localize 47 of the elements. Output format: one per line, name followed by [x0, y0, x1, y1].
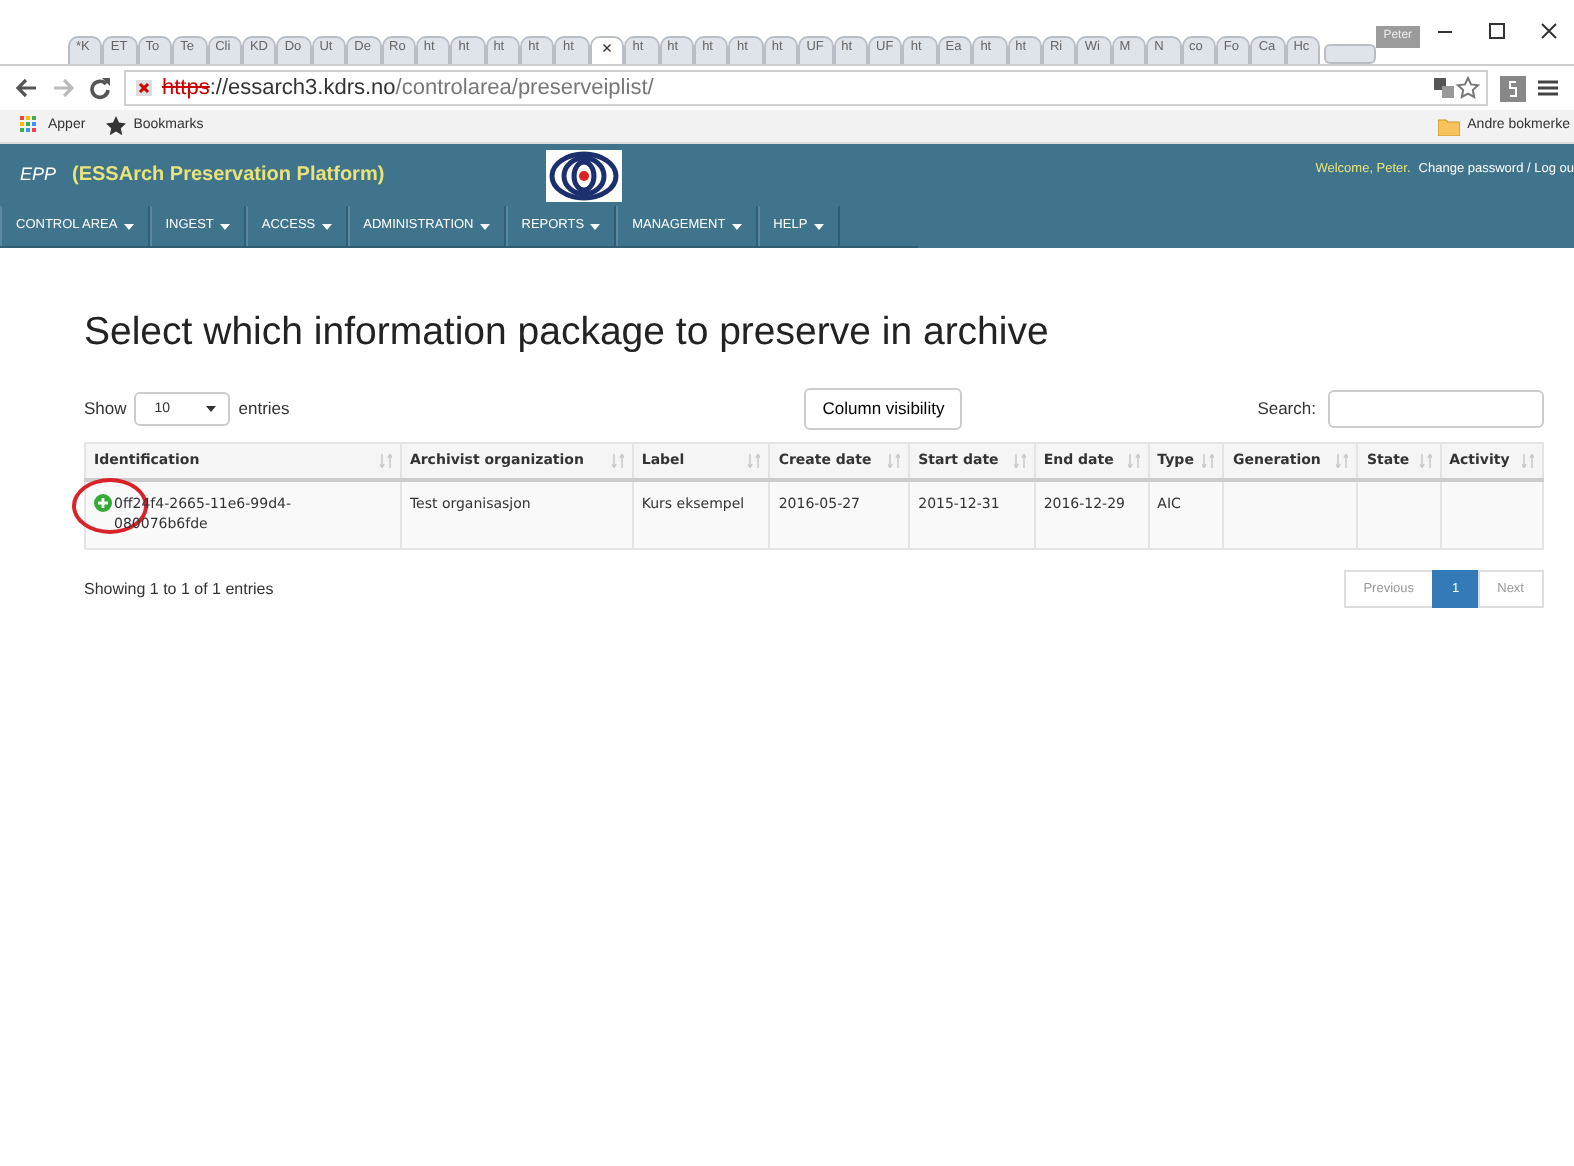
extension-icon[interactable] [1500, 75, 1526, 101]
caret-icon [590, 223, 601, 229]
forward-icon [52, 76, 76, 101]
insecure-icon [134, 78, 154, 98]
sort-icon [1419, 454, 1432, 469]
sort-icon [611, 454, 624, 469]
sort-icon [1336, 454, 1349, 469]
show-label: Show [84, 396, 127, 423]
browser-tab[interactable]: × [589, 36, 625, 64]
sort-icon [748, 454, 761, 469]
back-button[interactable] [16, 75, 40, 101]
column-visibility-button[interactable]: Column visibility [804, 388, 963, 431]
sort-icon [379, 454, 392, 469]
translate-icon[interactable] [1432, 76, 1456, 100]
reload-icon [88, 76, 112, 101]
caret-icon [479, 223, 490, 229]
caret-icon [206, 406, 217, 413]
caret-icon [123, 223, 134, 229]
apps-grid-icon [20, 116, 40, 136]
folder-icon [1437, 117, 1460, 135]
url-text: https://essarch3.kdrs.no/controlarea/preserveiplist/ [162, 73, 654, 104]
maximize-icon [1487, 22, 1506, 41]
search-field[interactable] [1327, 390, 1544, 429]
caret-icon [731, 223, 742, 229]
sort-icon [1202, 454, 1215, 469]
address-bar[interactable]: https://essarch3.kdrs.no/controlarea/preserveiplist/ [124, 70, 1488, 106]
caret-icon [321, 223, 332, 229]
sort-icon [1013, 454, 1026, 469]
table-info: Showing 1 to 1 of 1 entries [84, 577, 274, 602]
search-label: Search: [1257, 396, 1316, 423]
caret-icon [813, 223, 824, 229]
brand-abbreviation: EPP [20, 161, 57, 188]
caret-icon [219, 223, 230, 229]
brand-name: (ESSArch Preservation Platform) [72, 162, 385, 190]
close-icon [1539, 22, 1558, 41]
star-icon [105, 116, 126, 136]
entries-label: entries [238, 396, 290, 423]
page-title: Select which information package to preserve in archive [84, 310, 1051, 357]
back-icon [16, 76, 40, 101]
star-icon[interactable] [1456, 76, 1480, 100]
expand-icon[interactable] [94, 494, 112, 513]
reload-button[interactable] [88, 75, 112, 101]
menu-icon[interactable] [1538, 78, 1558, 98]
logo-icon [546, 150, 622, 202]
sort-icon [1522, 454, 1534, 469]
sort-icon [888, 454, 901, 469]
sort-icon [1127, 454, 1140, 469]
